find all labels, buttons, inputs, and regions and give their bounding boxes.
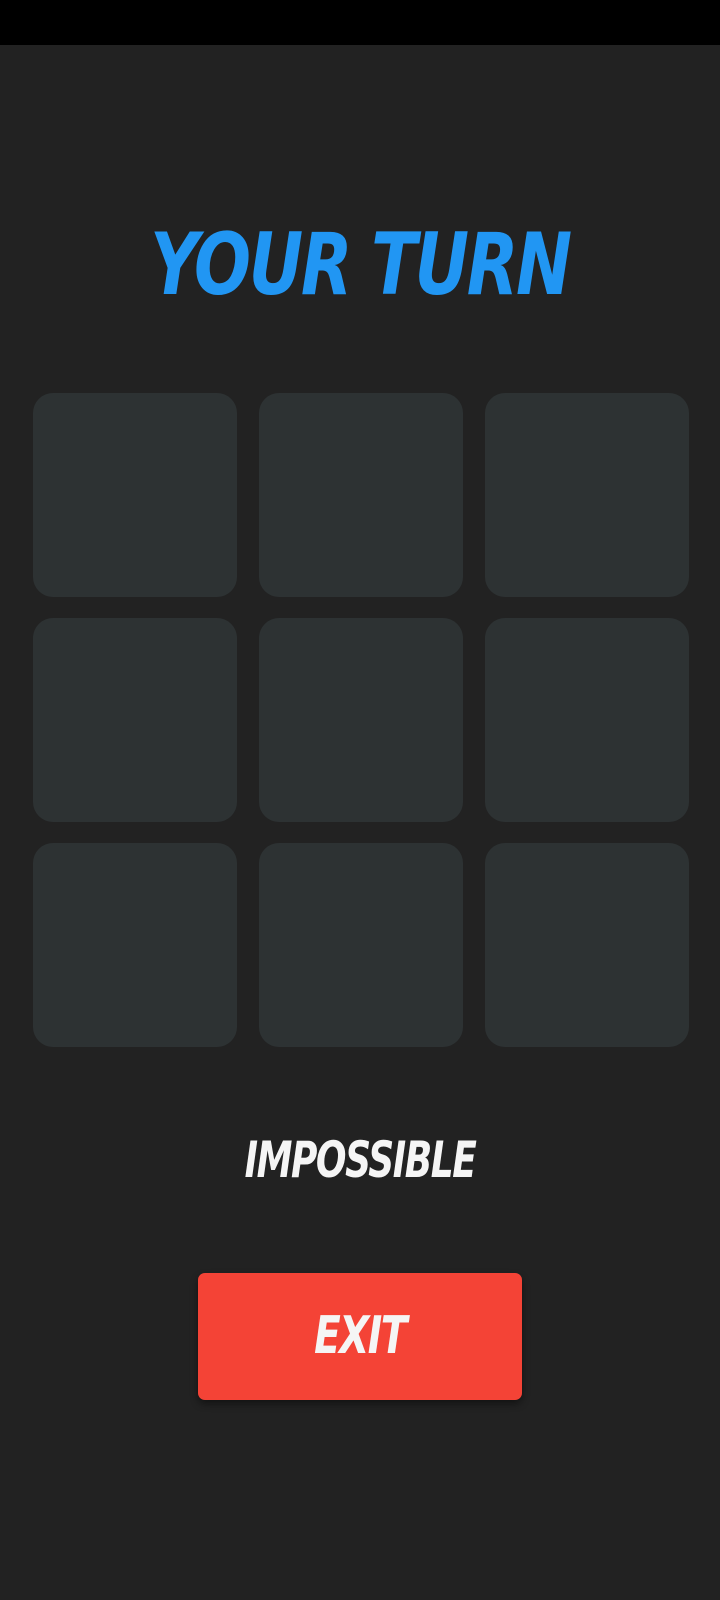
board-cell-2[interactable]	[259, 393, 463, 597]
board-cell-4[interactable]	[33, 618, 237, 822]
exit-button-label: EXIT	[314, 1306, 407, 1366]
board-cell-6[interactable]	[485, 618, 689, 822]
status-bar	[0, 0, 720, 45]
board-cell-5[interactable]	[259, 618, 463, 822]
board-cell-7[interactable]	[33, 843, 237, 1047]
difficulty-label: IMPOSSIBLE	[244, 1131, 477, 1189]
board-cell-3[interactable]	[485, 393, 689, 597]
board-cell-8[interactable]	[259, 843, 463, 1047]
exit-button[interactable]: EXIT	[198, 1273, 522, 1400]
turn-indicator-title: YOUR TURN	[150, 215, 572, 315]
board-cell-9[interactable]	[485, 843, 689, 1047]
game-board	[33, 393, 689, 1047]
board-cell-1[interactable]	[33, 393, 237, 597]
